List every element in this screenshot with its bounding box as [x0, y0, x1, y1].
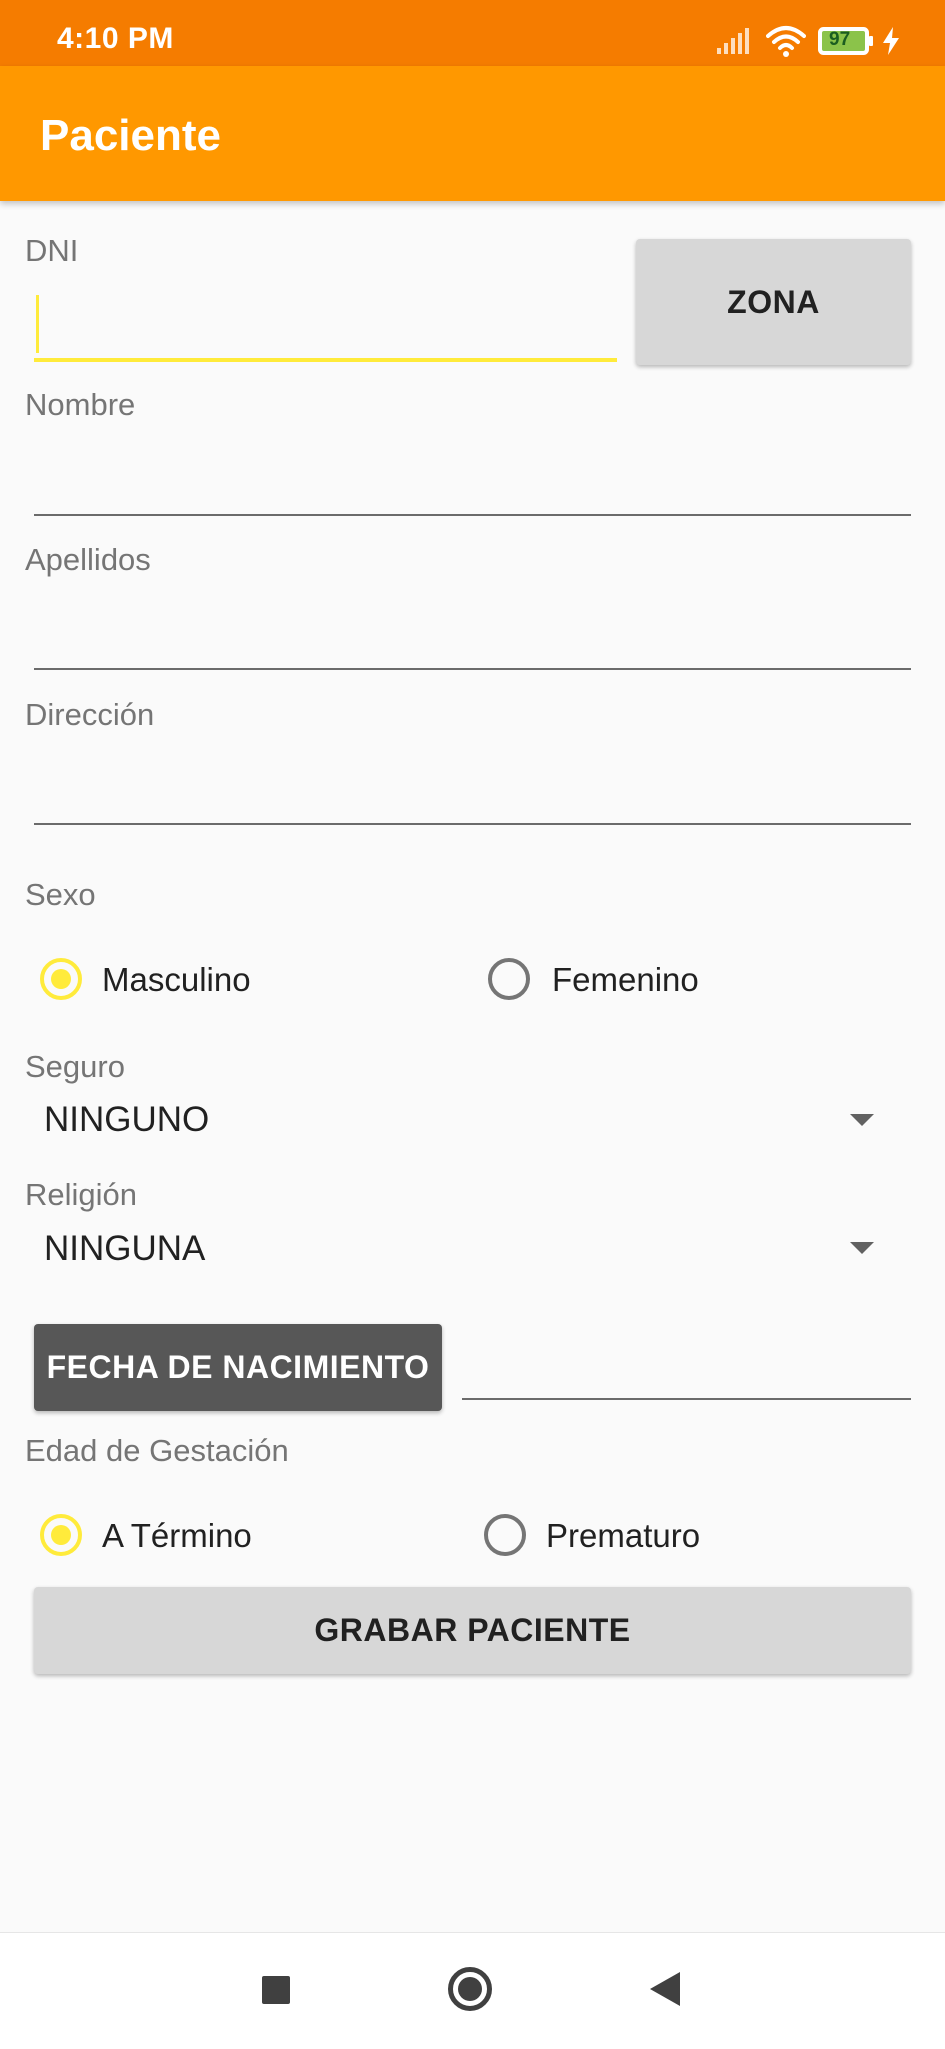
- direccion-underline: [34, 823, 911, 825]
- fecha-nacimiento-button[interactable]: FECHA DE NACIMIENTO: [34, 1324, 442, 1411]
- page-title: Paciente: [40, 111, 221, 160]
- fecha-nacimiento-field[interactable]: [462, 1340, 911, 1402]
- charging-icon: [883, 27, 899, 55]
- radio-masculino-indicator: [40, 958, 82, 1000]
- radio-a-termino-indicator: [40, 1514, 82, 1556]
- gestacion-label: Edad de Gestación: [25, 1433, 289, 1468]
- dni-underline: [34, 358, 617, 362]
- signal-icon: [717, 28, 749, 54]
- direccion-input[interactable]: [34, 749, 911, 825]
- nombre-input[interactable]: [34, 440, 911, 516]
- zona-button[interactable]: ZONA: [636, 239, 911, 365]
- nombre-underline: [34, 514, 911, 516]
- seguro-label: Seguro: [25, 1049, 125, 1084]
- apellidos-input[interactable]: [34, 594, 911, 670]
- radio-femenino[interactable]: Femenino: [486, 955, 766, 1005]
- radio-prematuro-indicator: [484, 1514, 526, 1556]
- nav-recents-icon[interactable]: [262, 1976, 290, 2004]
- radio-masculino-label: Masculino: [102, 961, 251, 998]
- dropdown-arrow-icon: [850, 1114, 874, 1126]
- grabar-paciente-button[interactable]: GRABAR PACIENTE: [34, 1587, 911, 1674]
- wifi-icon: [766, 26, 806, 57]
- status-time: 4:10 PM: [57, 22, 174, 55]
- radio-masculino[interactable]: Masculino: [38, 955, 318, 1005]
- battery-icon: 97: [818, 27, 874, 55]
- radio-prematuro-label: Prematuro: [546, 1517, 701, 1554]
- dni-label: DNI: [25, 233, 79, 268]
- seguro-selected-value: NINGUNO: [44, 1100, 210, 1139]
- direccion-label: Dirección: [25, 697, 155, 732]
- dropdown-arrow-icon: [850, 1242, 874, 1254]
- religion-label: Religión: [25, 1177, 138, 1212]
- battery-level: 97: [829, 29, 851, 50]
- seguro-select[interactable]: NINGUNO: [30, 1090, 911, 1150]
- fecha-underline: [462, 1398, 911, 1400]
- radio-a-termino-label: A Término: [102, 1517, 252, 1554]
- apellidos-label: Apellidos: [25, 542, 151, 577]
- nav-back-icon[interactable]: [650, 1972, 680, 2006]
- apellidos-underline: [34, 668, 911, 670]
- radio-a-termino[interactable]: A Término: [38, 1511, 318, 1561]
- text-cursor: [36, 295, 39, 353]
- sexo-label: Sexo: [25, 877, 96, 912]
- dni-input[interactable]: [34, 292, 617, 364]
- radio-prematuro[interactable]: Prematuro: [482, 1511, 762, 1561]
- radio-femenino-indicator: [488, 958, 530, 1000]
- radio-femenino-label: Femenino: [552, 961, 699, 998]
- religion-select[interactable]: NINGUNA: [30, 1219, 911, 1279]
- nombre-label: Nombre: [25, 387, 136, 422]
- nav-home-icon[interactable]: [448, 1967, 492, 2011]
- religion-selected-value: NINGUNA: [44, 1229, 206, 1268]
